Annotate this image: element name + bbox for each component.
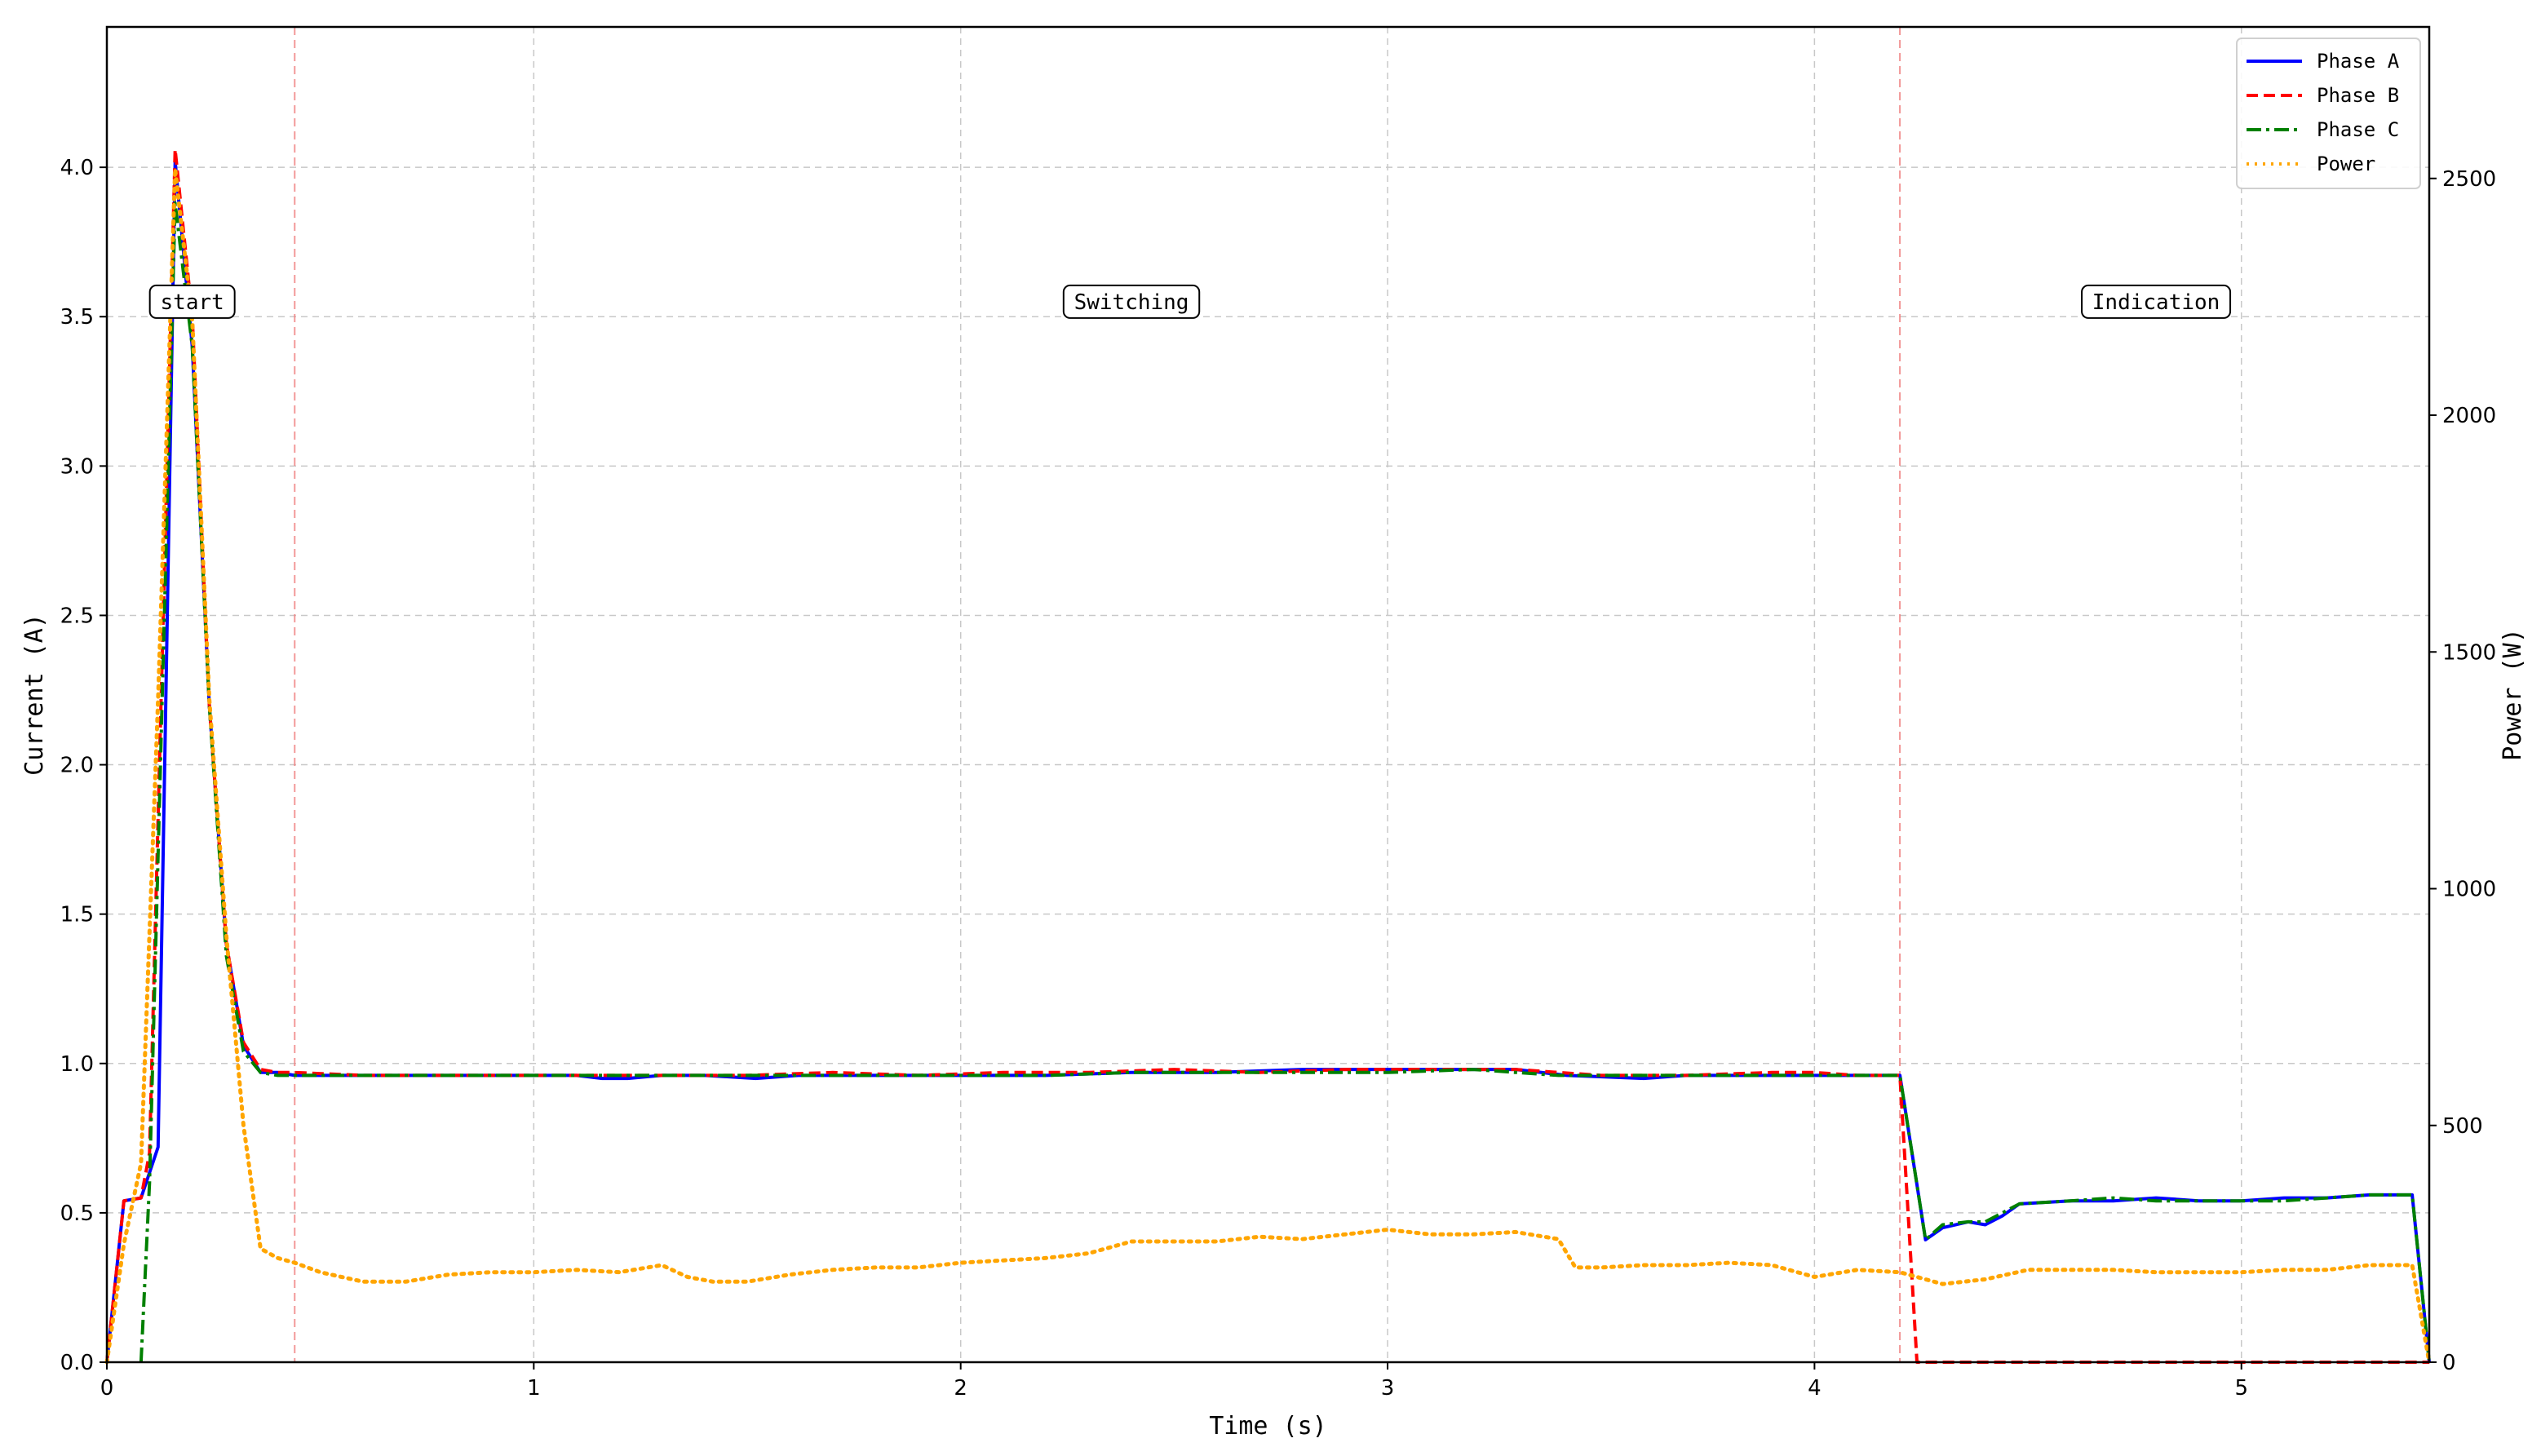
y-axis-label-right: Power (W) <box>2499 628 2527 761</box>
phase-label-text: start <box>161 290 224 315</box>
x-axis-label: Time (s) <box>1209 1412 1327 1441</box>
x-tick-label: 0 <box>100 1376 114 1401</box>
chart: 0 1 2 3 4 5 0.0 0.5 1.0 1.5 2.0 2.5 3.0 3.5 4.0 0 500 100… <box>20 25 2527 1441</box>
x-tick-label: 5 <box>2234 1376 2248 1401</box>
y-right-tick-label: 0 <box>2442 1351 2456 1375</box>
y-right-tick-label: 500 <box>2442 1114 2483 1139</box>
series-line-power <box>104 166 2432 1365</box>
grid <box>107 27 2429 1362</box>
series-line-phase-b <box>105 148 2429 1364</box>
legend-label-power: Power <box>2317 153 2375 175</box>
series-line-phase-c <box>139 201 2431 1363</box>
series-line-phase-a <box>105 159 2431 1363</box>
legend-label-phase-a: Phase A <box>2317 50 2400 73</box>
plot-frame <box>105 25 2431 1364</box>
x-tick-label: 3 <box>1381 1376 1395 1401</box>
y-left-tick-label: 2.5 <box>60 604 94 628</box>
phase-label-text: Switching <box>1074 290 1189 315</box>
y-left-tick-label: 4.0 <box>60 156 94 180</box>
axis-ticks: 0 1 2 3 4 5 0.0 0.5 1.0 1.5 2.0 2.5 3.0 3.5 4.0 0 500 100… <box>60 156 2497 1401</box>
y-left-tick-label: 2.0 <box>60 754 94 778</box>
y-left-tick-label: 1.0 <box>60 1052 94 1077</box>
legend-label-phase-c: Phase C <box>2317 118 2399 141</box>
phase-boundaries <box>294 27 1901 1362</box>
y-left-tick-label: 1.5 <box>60 903 94 927</box>
y-axis-label-left: Current (A) <box>20 613 49 776</box>
y-left-tick-label: 0.0 <box>60 1351 94 1375</box>
y-left-tick-label: 0.5 <box>60 1202 94 1226</box>
phase-label-text: Indication <box>2092 290 2220 315</box>
legend-label-phase-b: Phase B <box>2317 84 2399 107</box>
y-left-tick-label: 3.5 <box>60 305 94 330</box>
legend: Phase A Phase B Phase C Power <box>2236 38 2421 189</box>
y-right-tick-label: 2000 <box>2442 404 2496 428</box>
phase-labels: start Switching Indication <box>148 284 2232 319</box>
y-right-tick-label: 1500 <box>2442 640 2496 665</box>
y-right-tick-label: 2500 <box>2442 167 2496 192</box>
series-layer <box>104 148 2432 1365</box>
x-tick-label: 4 <box>1808 1376 1822 1401</box>
y-right-tick-label: 1000 <box>2442 878 2496 902</box>
y-left-tick-label: 3.0 <box>60 454 94 479</box>
x-tick-label: 1 <box>527 1376 541 1401</box>
x-tick-label: 2 <box>954 1376 967 1401</box>
